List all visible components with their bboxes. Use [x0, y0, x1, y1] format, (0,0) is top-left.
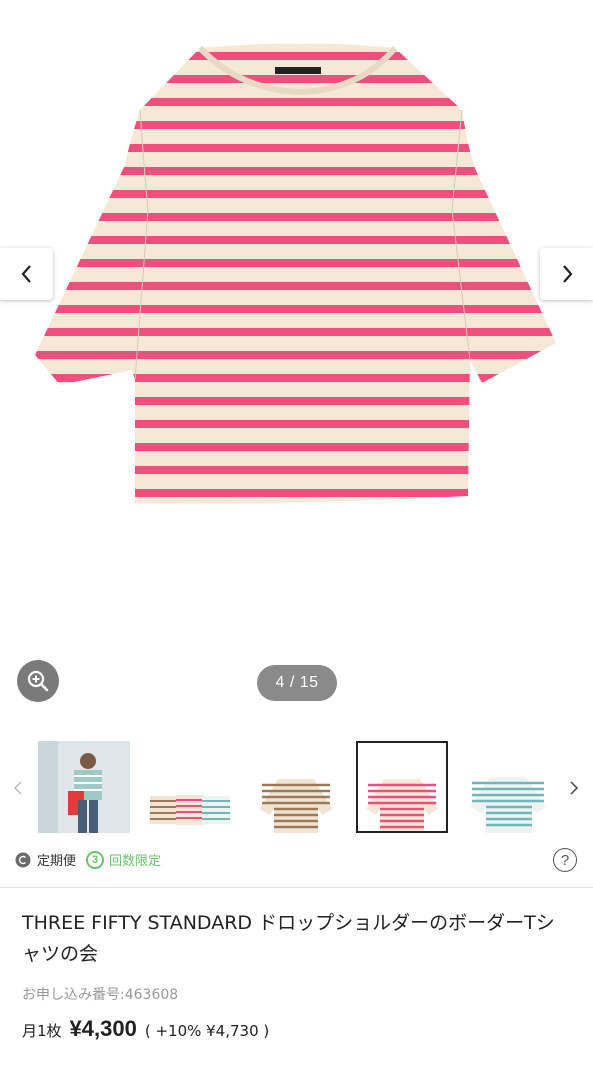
thumbnail-prev-button[interactable] — [8, 768, 28, 808]
order-number: お申し込み番号:463608 — [22, 987, 179, 1003]
image-counter: 4 / 15 — [257, 665, 337, 701]
thumbnail-5[interactable] — [462, 741, 554, 833]
thumbnail-4-selected[interactable] — [356, 741, 448, 833]
thumbnail-color-variations — [142, 741, 234, 833]
help-button[interactable]: ? — [553, 848, 577, 872]
chevron-left-icon — [13, 781, 22, 795]
regular-delivery-badge: 定期便 — [15, 850, 76, 869]
regular-delivery-label: 定期便 — [37, 854, 77, 869]
thumbnail-teal-shirt — [462, 741, 554, 833]
price-row: 月1枚 ¥4,300 ( +10% ¥4,730 ) — [22, 1016, 269, 1042]
thumbnail-1[interactable] — [38, 741, 130, 833]
regular-delivery-icon — [15, 852, 31, 867]
chevron-right-icon — [570, 781, 579, 795]
chevron-right-icon — [562, 265, 572, 283]
thumbnail-next-button[interactable] — [564, 768, 584, 808]
thumbnail-brown-shirt — [250, 741, 342, 833]
divider — [0, 887, 593, 888]
badge-row: 定期便 3 回数限定 ? — [0, 846, 593, 876]
product-gallery: 4 / 15 — [0, 0, 593, 725]
limited-times-label: 回数限定 — [109, 854, 162, 869]
price: ¥4,300 — [69, 1016, 137, 1041]
per-month-label: 月1枚 — [22, 1022, 62, 1040]
product-title: THREE FIFTY STANDARD ドロップショルダーのボーダーTシャツの… — [22, 912, 555, 965]
gallery-next-button[interactable] — [540, 248, 593, 300]
price-with-tax: ( +10% ¥4,730 ) — [144, 1022, 270, 1040]
thumbnail-pink-shirt — [358, 743, 446, 831]
thumbnail-3[interactable] — [250, 741, 342, 833]
product-main-image[interactable] — [0, 0, 593, 560]
limited-times-icon: 3 — [86, 850, 104, 869]
zoom-in-icon — [27, 670, 49, 692]
thumbnail-strip — [0, 738, 593, 836]
zoom-button[interactable] — [17, 660, 59, 702]
chevron-left-icon — [21, 265, 31, 283]
limited-times-badge: 3 回数限定 — [86, 850, 161, 869]
gallery-prev-button[interactable] — [0, 248, 53, 300]
thumbnail-2[interactable] — [142, 741, 234, 833]
thumbnail-model-image — [38, 741, 130, 833]
